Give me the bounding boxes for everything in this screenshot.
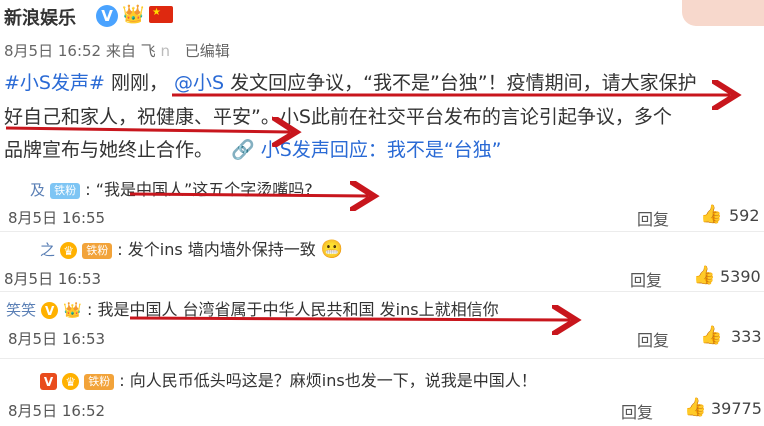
annotation-arrow — [129, 194, 368, 196]
annotation-layer — [5, 0, 764, 426]
annotation-arrow — [129, 318, 570, 320]
annotation-arrow — [5, 128, 290, 132]
